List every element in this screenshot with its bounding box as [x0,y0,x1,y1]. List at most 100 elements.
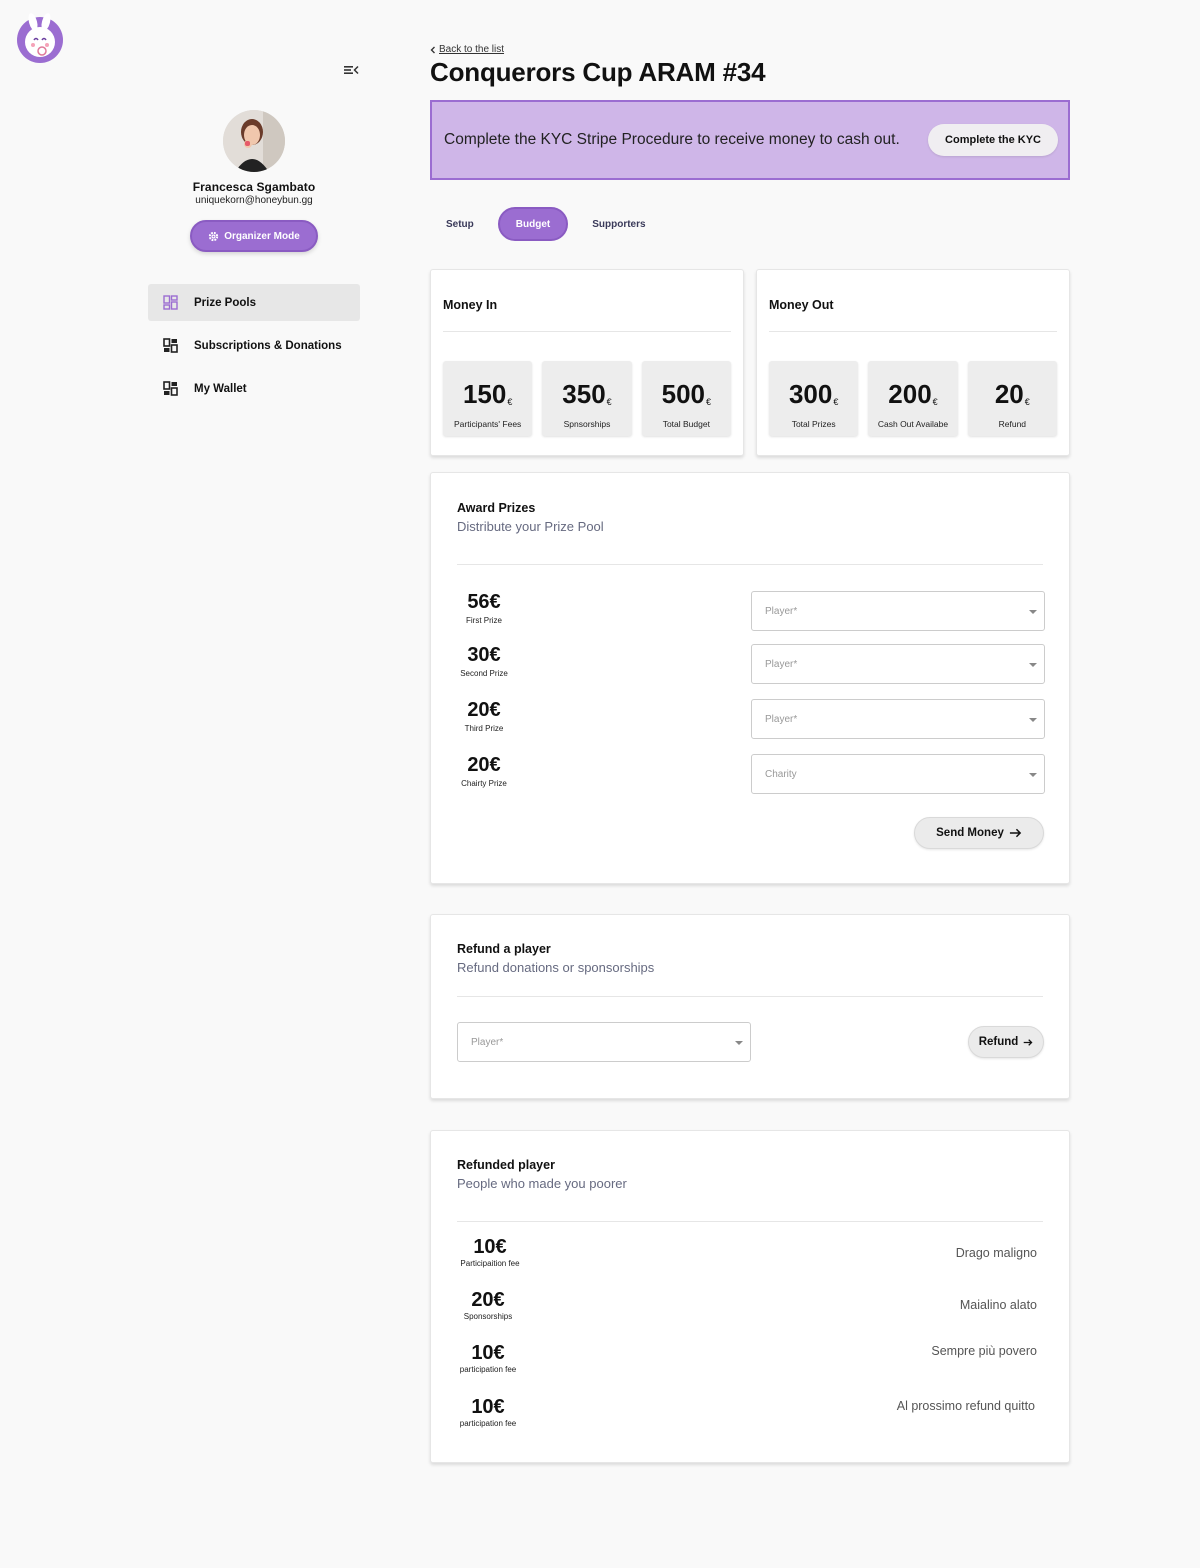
profile-name: Francesca Sgambato [192,180,316,194]
refunded-player-name: Al prossimo refund quitto [896,1399,1035,1413]
stat-participants-fees: 150€ Participants' Fees [443,361,533,436]
first-prize-player-select[interactable]: Player* [751,591,1045,631]
profile-email: uniquekorn@honeybun.gg [195,195,313,206]
prize-amount: 20€ [467,699,501,721]
back-link-label: Back to the list [439,44,505,55]
select-placeholder: Player* [765,605,798,617]
send-money-button[interactable]: Send Money [914,817,1044,849]
select-placeholder: Player* [471,1036,504,1048]
kyc-banner: Complete the KYC Stripe Procedure to rec… [430,100,1070,180]
refund-type: Participaition fee [460,1259,520,1268]
stat-unit: € [706,397,712,407]
sidebar-item-label: Prize Pools [194,296,256,309]
stat-value: 200 [888,379,932,409]
stat-label: Total Budget [662,419,710,429]
sidebar-item-prize-pools[interactable]: Prize Pools [148,284,360,321]
back-link[interactable]: Back to the list [430,44,1070,55]
refund-amount: 20€ [471,1289,505,1311]
select-placeholder: Player* [765,658,798,670]
main-content: Back to the list Conquerors Cup ARAM #34… [430,44,1070,1463]
refunded-subtitle: People who made you poorer [457,1176,627,1191]
prize-row-charity: 20€ Chairty Prize Charity [457,754,1045,798]
dashboard-icon [163,295,178,310]
prize-row-third: 20€ Third Prize Player* [457,699,1045,743]
collapse-sidebar-icon[interactable] [342,62,360,78]
tab-setup[interactable]: Setup [430,207,490,241]
stat-value: 150 [462,379,507,409]
second-prize-player-select[interactable]: Player* [751,644,1045,684]
sidebar-item-label: Subscriptions & Donations [194,339,342,352]
stat-sponsorships: 350€ Spnsorships [542,361,632,436]
prize-label: Third Prize [464,724,504,733]
refund-button[interactable]: Refund [968,1026,1044,1058]
stat-unit: € [1024,397,1030,407]
stat-label: Participants' Fees [454,419,522,429]
award-subtitle: Distribute your Prize Pool [457,519,604,534]
refund-player-card: Refund a player Refund donations or spon… [430,914,1070,1099]
refund-button-label: Refund [978,1036,1019,1048]
stat-value: 500 [661,379,705,409]
refund-type: participation fee [459,1419,517,1428]
charity-select[interactable]: Charity [751,754,1045,794]
app-logo[interactable] [14,12,66,64]
gear-icon [209,231,219,241]
money-in-card: Money In 150€ Participants' Fees 350€ Sp… [430,269,744,456]
arrow-right-icon [1009,828,1022,838]
avatar[interactable] [223,110,285,172]
money-in-title: Money In [443,270,731,332]
organizer-mode-button[interactable]: Organizer Mode [190,220,318,252]
refunded-player-card: Refunded player People who made you poor… [430,1130,1070,1463]
send-money-label: Send Money [936,827,1004,839]
stat-value: 20 [994,379,1024,409]
caret-down-icon [735,1041,743,1045]
stat-cash-out-available: 200€ Cash Out Availabe [868,361,958,436]
stat-unit: € [606,397,612,407]
refund-player-select[interactable]: Player* [457,1022,751,1062]
arrow-right-icon [1024,1038,1033,1046]
chevron-left-icon [430,46,435,53]
stat-label: Cash Out Availabe [877,419,949,429]
user-profile: Francesca Sgambato uniquekorn@honeybun.g… [148,110,360,252]
stat-value: 350 [562,379,606,409]
stat-label: Spnsorships [563,419,611,429]
caret-down-icon [1029,718,1037,722]
sidebar-nav: Prize Pools Subscriptions & Donations My… [148,284,360,413]
refunded-player-name: Maialino alato [959,1298,1037,1312]
stat-total-prizes: 300€ Total Prizes [769,361,859,436]
tab-bar: Setup Budget Supporters [430,207,1070,241]
prize-row-first: 56€ First Prize Player* [457,591,1045,635]
stat-label: Refund [998,419,1027,429]
stat-refund: 20€ Refund [967,361,1057,436]
caret-down-icon [1029,663,1037,667]
stat-label: Total Prizes [791,419,836,429]
prize-amount: 56€ [467,591,501,613]
prize-row-second: 30€ Second Prize Player* [457,644,1045,688]
caret-down-icon [1029,610,1037,614]
sidebar-item-my-wallet[interactable]: My Wallet [148,370,360,407]
refund-title: Refund a player [457,942,551,956]
prize-amount: 20€ [467,754,501,776]
stat-total-budget: 500€ Total Budget [641,361,731,436]
tab-supporters[interactable]: Supporters [576,207,661,241]
tab-budget[interactable]: Budget [497,207,569,241]
third-prize-player-select[interactable]: Player* [751,699,1045,739]
stat-unit: € [932,397,938,407]
refund-type: participation fee [459,1365,517,1374]
refund-subtitle: Refund donations or sponsorships [457,960,655,975]
complete-kyc-button[interactable]: Complete the KYC [928,124,1058,156]
caret-down-icon [1029,773,1037,777]
money-summary: Money In 150€ Participants' Fees 350€ Sp… [430,269,1070,456]
money-out-card: Money Out 300€ Total Prizes 200€ Cash Ou… [756,269,1070,456]
dashboard-icon [163,381,178,396]
prize-label: Second Prize [460,669,508,678]
prize-label: Chairty Prize [461,779,507,788]
sidebar-item-label: My Wallet [194,382,247,395]
prize-amount: 30€ [467,644,501,666]
refunded-player-name: Drago maligno [955,1246,1037,1260]
organizer-mode-label: Organizer Mode [224,230,300,242]
select-placeholder: Player* [765,713,798,725]
refund-amount: 10€ [473,1236,507,1258]
refund-amount: 10€ [471,1342,505,1364]
stat-unit: € [833,397,839,407]
sidebar-item-subscriptions[interactable]: Subscriptions & Donations [148,327,360,364]
